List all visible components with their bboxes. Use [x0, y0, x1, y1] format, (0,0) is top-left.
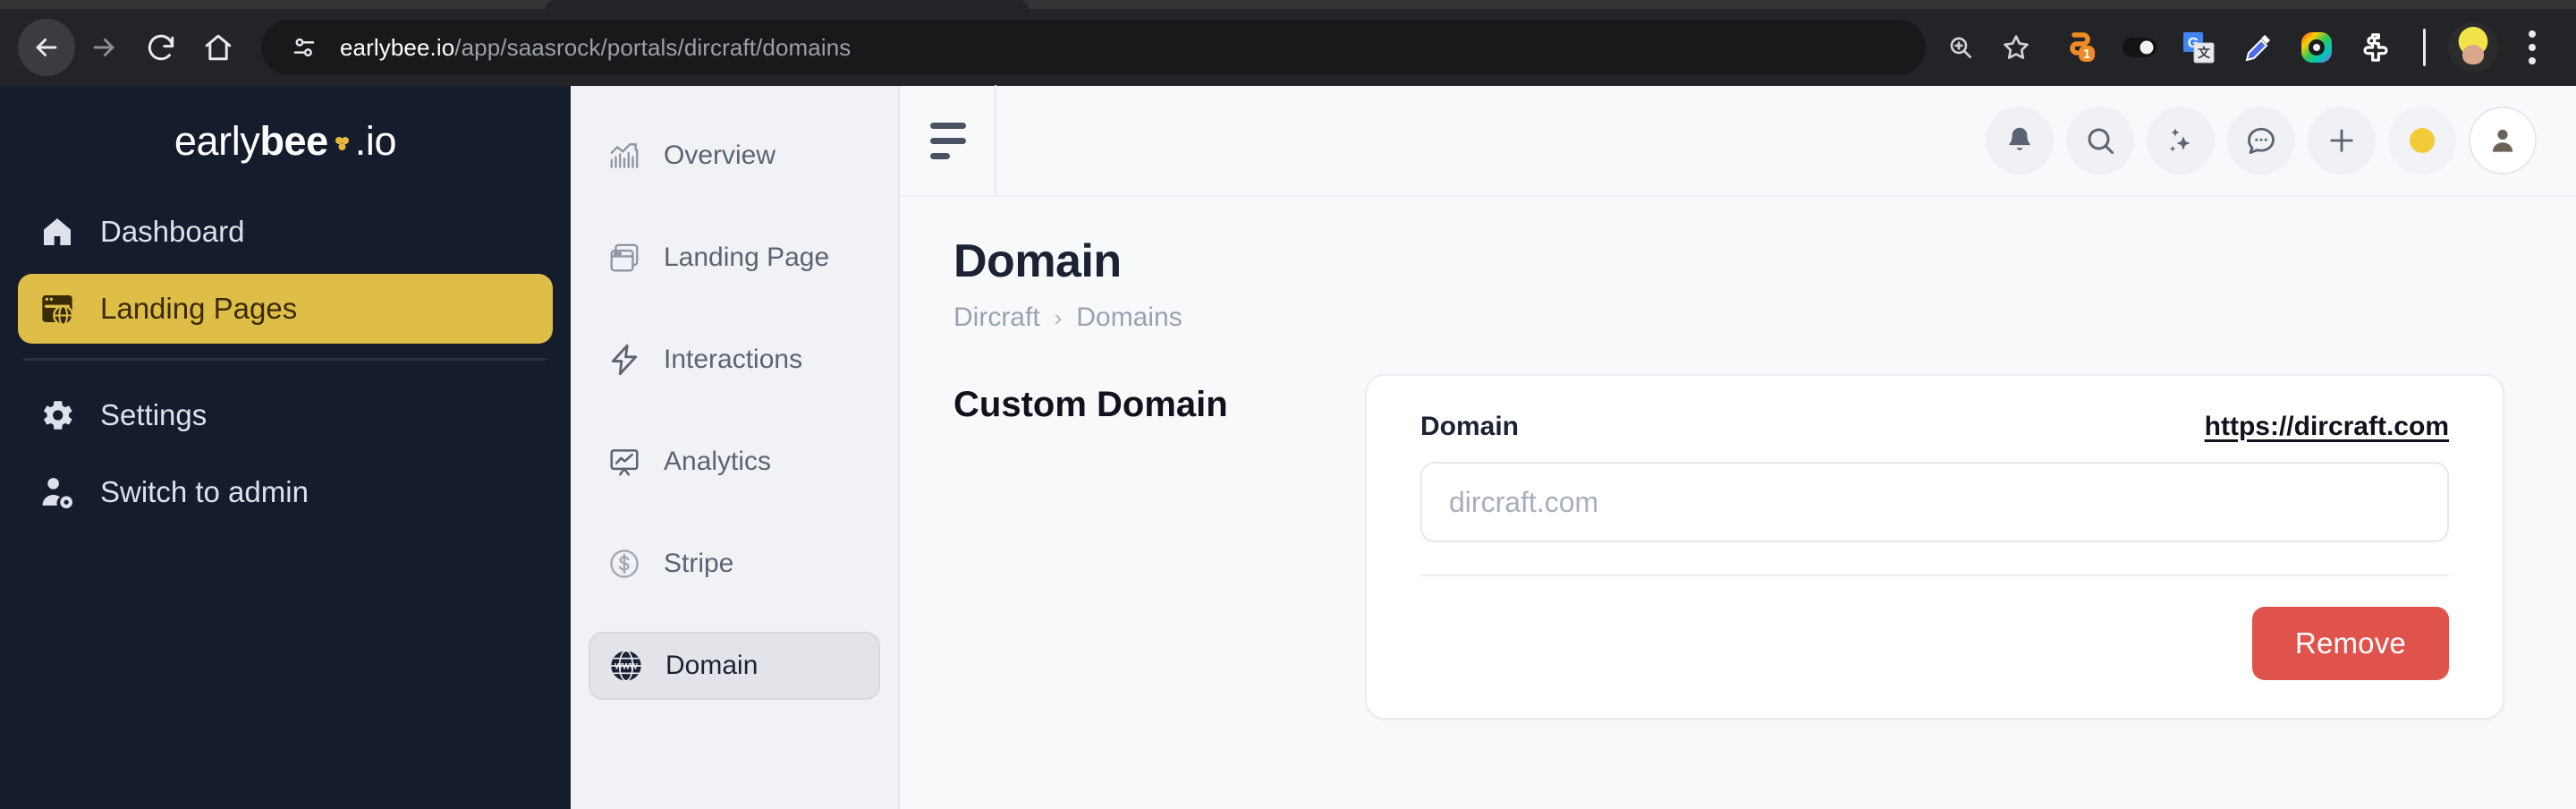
search-icon[interactable] [2066, 106, 2134, 175]
main-column: Domain Dircraft › Domains Custom Domain … [900, 85, 2576, 809]
svg-text:WWW: WWW [614, 661, 638, 670]
subnav-item-overview[interactable]: Overview [589, 122, 880, 190]
breadcrumb: Dircraft › Domains [953, 302, 2576, 333]
section-heading: Custom Domain [953, 385, 1228, 424]
active-browser-tab[interactable] [546, 0, 1029, 9]
address-bar[interactable]: earlybee.io/app/saasrock/portals/dircraf… [261, 20, 1926, 75]
chat-bubble-icon[interactable] [2227, 106, 2295, 175]
svg-text:1: 1 [2083, 47, 2090, 62]
remove-button[interactable]: Remove [2251, 607, 2449, 680]
custom-domain-section: Custom Domain Domain https://dircraft.co… [953, 374, 2576, 720]
sidebar-item-label: Dashboard [100, 215, 245, 248]
sidebar-divider [23, 358, 547, 361]
toolbar-separator [2423, 29, 2426, 66]
logo-text-bee: bee [259, 118, 328, 164]
reload-icon[interactable] [132, 19, 190, 76]
color-wheel-icon[interactable] [2291, 21, 2343, 73]
toggle-extension-icon[interactable] [2114, 21, 2165, 73]
honeycomb-icon [332, 130, 352, 153]
presentation-chart-icon [605, 442, 644, 481]
omnibox-actions [1935, 21, 2042, 73]
logo-text-early: early [174, 118, 260, 164]
browser-globe-icon [38, 289, 77, 328]
card-actions: Remove [1420, 607, 2449, 680]
logo-text-tld: .io [354, 118, 397, 164]
browser-chrome: earlybee.io/app/saasrock/portals/dircraf… [0, 0, 2576, 86]
hamburger-menu-icon[interactable] [900, 122, 995, 159]
url-text: earlybee.io/app/saasrock/portals/dircraf… [340, 34, 851, 62]
subnav-item-stripe[interactable]: Stripe [589, 530, 880, 598]
eyedropper-icon[interactable] [2232, 21, 2284, 73]
orange-extension-icon[interactable]: 1 [2055, 21, 2106, 73]
svg-text:文: 文 [2198, 46, 2211, 60]
status-dot-icon[interactable] [2388, 106, 2456, 175]
app-logo[interactable]: early bee .io [18, 86, 553, 197]
sidebar-item-dashboard[interactable]: Dashboard [18, 197, 553, 267]
notifications-bell-icon[interactable] [1986, 106, 2054, 175]
three-dot-menu-icon[interactable] [2506, 30, 2558, 64]
subnav-item-label: Stripe [664, 549, 734, 578]
url-host: earlybee.io [340, 33, 455, 61]
site-url-link[interactable]: https://dircraft.com [2205, 412, 2449, 442]
account-avatar-icon[interactable] [2469, 106, 2537, 175]
zoom-search-icon[interactable] [1935, 21, 1987, 73]
card-divider [1420, 575, 2449, 576]
sidebar-item-label: Landing Pages [100, 292, 298, 325]
subnav-item-domain[interactable]: WWW Domain [589, 632, 880, 700]
sparkles-ai-icon[interactable] [2147, 106, 2215, 175]
subnav-item-landing-page[interactable]: Landing Page [589, 224, 880, 292]
subnav-item-label: Interactions [664, 345, 803, 374]
sidebar-item-label: Settings [100, 398, 208, 431]
profile-avatar[interactable] [2447, 21, 2499, 73]
domain-field-label: Domain [1420, 412, 1520, 441]
subnav-item-interactions[interactable]: Interactions [589, 326, 880, 394]
www-globe-icon: WWW [606, 646, 646, 686]
primary-sidebar: early bee .io Dashboard Landing Pages Sett… [0, 86, 571, 809]
subnav-item-label: Overview [664, 141, 776, 170]
subnav-item-analytics[interactable]: Analytics [589, 428, 880, 496]
site-settings-icon[interactable] [284, 28, 324, 67]
home-icon [38, 212, 77, 251]
bar-chart-growth-icon [605, 136, 644, 175]
browser-toolbar: earlybee.io/app/saasrock/portals/dircraf… [0, 9, 2576, 86]
bookmark-star-icon[interactable] [1990, 21, 2042, 73]
google-translate-icon[interactable]: G文 [2173, 21, 2224, 73]
chevron-right-icon: › [1054, 303, 1063, 331]
lightning-bolt-icon [605, 340, 644, 379]
extensions-tray: 1 G文 [2042, 21, 2558, 73]
domain-input[interactable] [1420, 462, 2449, 542]
app-topbar [900, 85, 2576, 197]
secondary-sidebar: Overview Landing Page Interactions Analy… [571, 86, 900, 809]
dollar-circle-icon [605, 544, 644, 583]
sidebar-item-settings[interactable]: Settings [18, 380, 553, 450]
subnav-item-label: Domain [665, 651, 758, 680]
application-window: early bee .io Dashboard Landing Pages Sett… [0, 85, 2576, 809]
user-gear-icon [38, 473, 77, 512]
breadcrumb-current[interactable]: Domains [1076, 302, 1182, 333]
domain-card: Domain https://dircraft.com Remove [1365, 374, 2504, 720]
back-arrow-icon[interactable] [18, 19, 75, 76]
domain-field-header: Domain https://dircraft.com [1420, 412, 2449, 442]
gear-icon [38, 396, 77, 435]
topbar-actions [1986, 106, 2537, 175]
forward-arrow-icon[interactable] [75, 19, 132, 76]
plus-add-icon[interactable] [2308, 106, 2376, 175]
home-icon[interactable] [190, 19, 247, 76]
puzzle-extensions-icon[interactable] [2350, 21, 2402, 73]
subnav-item-label: Analytics [664, 447, 772, 476]
sidebar-item-label: Switch to admin [100, 475, 309, 508]
url-path: /app/saasrock/portals/dircraft/domains [454, 33, 852, 61]
sidebar-item-switch-to-admin[interactable]: Switch to admin [18, 457, 553, 527]
page-title: Domain [953, 235, 1122, 287]
page-content: Domain Dircraft › Domains Custom Domain … [900, 197, 2576, 809]
topbar-divider [995, 85, 996, 196]
subnav-item-label: Landing Page [664, 243, 830, 272]
sidebar-item-landing-pages[interactable]: Landing Pages [18, 274, 553, 344]
windows-stack-icon [605, 238, 644, 277]
browser-tabstrip [0, 0, 2576, 9]
breadcrumb-parent[interactable]: Dircraft [953, 302, 1040, 333]
